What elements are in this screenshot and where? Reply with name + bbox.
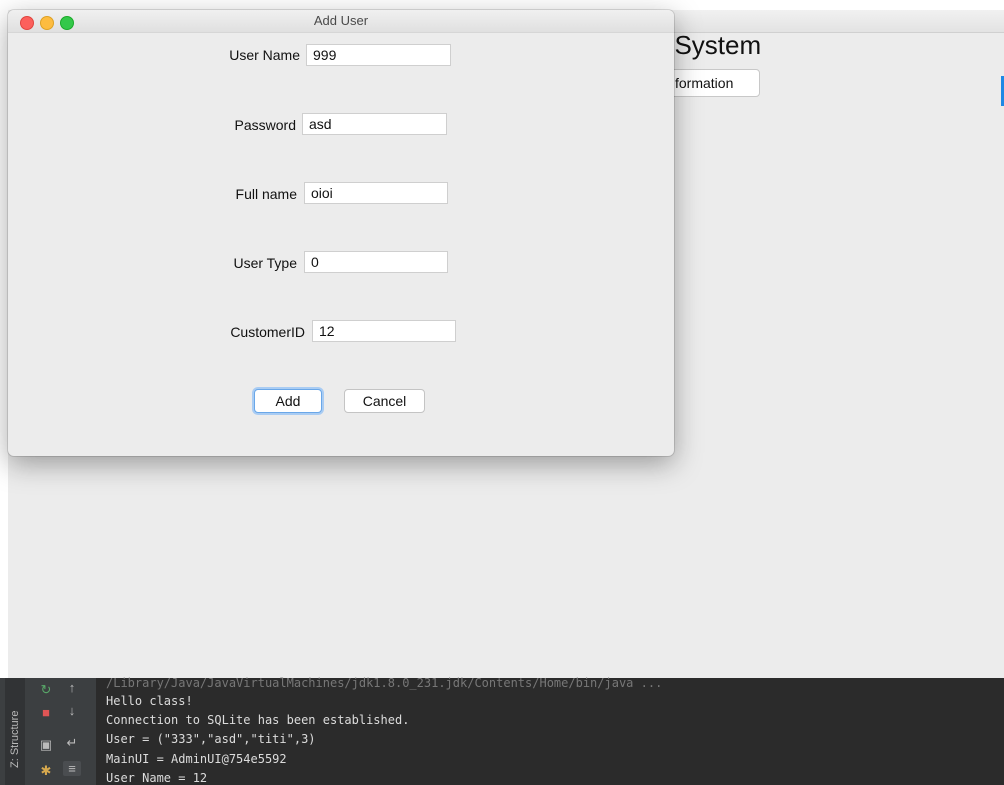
console-line: /Library/Java/JavaVirtualMachines/jdk1.8… bbox=[106, 676, 663, 690]
add-user-dialog: Add User User Name 999 Password asd Full… bbox=[8, 10, 674, 456]
full-name-label: Full name bbox=[235, 186, 297, 202]
structure-tab-label: Z: Structure bbox=[9, 710, 21, 768]
stop-icon[interactable]: ■ bbox=[37, 705, 55, 720]
debug-icon[interactable]: ✱ bbox=[37, 763, 55, 779]
password-label: Password bbox=[234, 117, 296, 133]
run-console: Z: Structure ↻ ↑ ■ ↓ ▣ ↵ ✱ ≡ /Library/Ja… bbox=[0, 676, 1004, 785]
customer-id-input[interactable]: 12 bbox=[312, 320, 456, 342]
scroll-up-icon[interactable]: ↑ bbox=[63, 680, 81, 695]
full-name-input[interactable]: oioi bbox=[304, 182, 448, 204]
cancel-button[interactable]: Cancel bbox=[344, 389, 425, 413]
rerun-icon[interactable]: ↻ bbox=[37, 682, 55, 698]
scroll-down-icon[interactable]: ↓ bbox=[63, 703, 81, 718]
structure-tab[interactable]: Z: Structure bbox=[5, 678, 25, 785]
camera-icon[interactable]: ▣ bbox=[37, 737, 55, 753]
console-toolbar: Z: Structure ↻ ↑ ■ ↓ ▣ ↵ ✱ ≡ bbox=[0, 678, 96, 785]
add-button[interactable]: Add bbox=[254, 389, 322, 413]
customer-id-label: CustomerID bbox=[230, 324, 305, 340]
dialog-titlebar: Add User bbox=[8, 10, 674, 33]
dialog-title: Add User bbox=[313, 13, 369, 28]
console-line: MainUI = AdminUI@754e5592 bbox=[106, 752, 287, 766]
password-input[interactable]: asd bbox=[302, 113, 447, 135]
user-name-input[interactable]: 999 bbox=[306, 44, 451, 66]
console-line: User Name = 12 bbox=[106, 771, 208, 785]
console-line: User = ("333","asd","titi",3) bbox=[106, 732, 316, 746]
console-line: Hello class! bbox=[106, 694, 193, 708]
user-type-label: User Type bbox=[233, 255, 297, 271]
main-window-title: t System bbox=[660, 30, 762, 60]
console-line: Connection to SQLite has been establishe… bbox=[106, 713, 410, 727]
information-button[interactable]: formation bbox=[660, 69, 760, 97]
scroll-to-end-icon[interactable]: ≡ bbox=[63, 761, 81, 776]
soft-wrap-icon[interactable]: ↵ bbox=[63, 735, 81, 751]
user-name-label: User Name bbox=[229, 47, 300, 63]
user-type-input[interactable]: 0 bbox=[304, 251, 448, 273]
